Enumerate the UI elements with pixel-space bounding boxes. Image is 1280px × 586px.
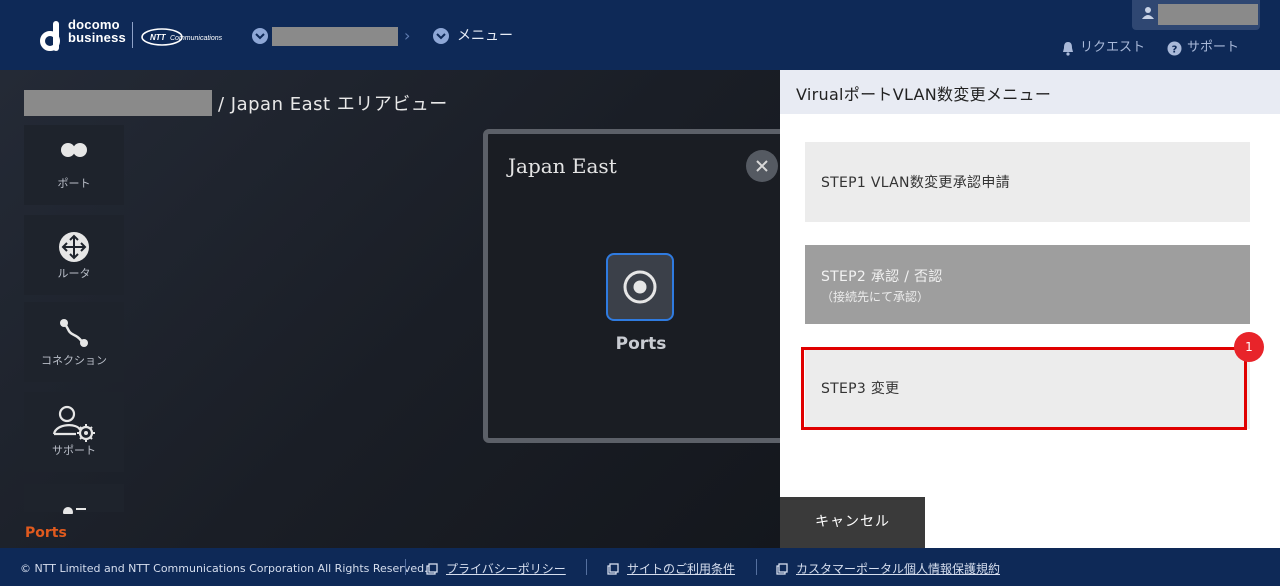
support-icon — [52, 405, 95, 442]
breadcrumb-redacted[interactable] — [272, 27, 398, 46]
user-icon — [1142, 7, 1154, 19]
step3-highlight-frame — [801, 347, 1247, 430]
footer-link-privacy[interactable]: プライバシーポリシー — [426, 560, 566, 577]
vlan-change-panel: VirualポートVLAN数変更メニュー STEP1 VLAN数変更承認申請 S… — [780, 70, 1280, 548]
bell-icon — [1063, 41, 1073, 56]
breadcrumb-dropdown-2-icon[interactable] — [433, 28, 449, 44]
panel-title: VirualポートVLAN数変更メニュー — [796, 85, 1052, 104]
sidebar-item-connection[interactable]: コネクション — [24, 302, 124, 382]
footer-link-label: サイトのご利用条件 — [627, 562, 736, 576]
breadcrumb-separator-icon: › — [404, 26, 411, 45]
user-name-redacted — [1158, 4, 1258, 25]
external-link-icon — [776, 562, 788, 575]
step2-sublabel: （接続先にて承認） — [821, 290, 930, 304]
step2-button: STEP2 承認 / 否認 （接続先にて承認） — [805, 245, 1250, 324]
list-icon — [63, 507, 86, 514]
sidebar-item-support[interactable]: サポート — [24, 392, 124, 472]
router-icon — [59, 232, 89, 262]
sidebar-item-label: サポート — [52, 444, 96, 457]
sidebar-item-label: ポート — [57, 177, 91, 190]
step1-label: STEP1 VLAN数変更承認申請 — [821, 175, 1010, 191]
region-card: Japan East Ports — [483, 129, 813, 443]
ntt-communications-logo: NTT Communications — [141, 28, 223, 46]
cancel-button[interactable]: キャンセル — [780, 497, 925, 548]
svg-text:NTT: NTT — [150, 33, 167, 42]
logo-line-2: business — [68, 30, 126, 45]
close-button[interactable] — [746, 150, 778, 182]
external-link-icon — [607, 562, 619, 575]
sidebar-item-router[interactable]: ルータ — [24, 215, 124, 295]
footer: © NTT Limited and NTT Communications Cor… — [0, 548, 1280, 586]
help-icon: ? — [1167, 41, 1182, 55]
footer-link-customer-privacy[interactable]: カスタマーポータル個人情報保護規約 — [776, 560, 1000, 577]
docomo-d-icon — [40, 21, 60, 51]
footer-divider — [756, 559, 757, 575]
svg-text:?: ? — [1172, 44, 1178, 55]
support-link[interactable]: ? サポート — [1167, 38, 1239, 58]
sidebar-item-port[interactable]: ポート — [24, 125, 124, 205]
user-account-button[interactable] — [1132, 0, 1260, 30]
port-radio-icon — [623, 270, 657, 304]
highlight-badge: 1 — [1234, 332, 1264, 362]
footer-link-label: プライバシーポリシー — [446, 562, 566, 576]
breadcrumb-dropdown-1-icon[interactable] — [252, 28, 268, 44]
page-title: / Japan East エリアビュー — [24, 90, 448, 116]
sidebar-item-more[interactable] — [24, 484, 124, 514]
logo-wordmark: docomo business — [68, 18, 126, 44]
page-title-text: / Japan East エリアビュー — [218, 94, 448, 115]
logo-divider — [132, 22, 133, 48]
top-header: docomo business NTT Communications › メニュ… — [0, 0, 1280, 70]
external-link-icon — [426, 562, 438, 575]
sidebar-item-label: ルータ — [57, 267, 91, 280]
active-section-label: Ports — [25, 525, 67, 541]
request-label: リクエスト — [1080, 40, 1146, 55]
close-icon — [756, 160, 768, 172]
svg-text:Communications: Communications — [170, 35, 223, 42]
footer-link-terms[interactable]: サイトのご利用条件 — [607, 560, 735, 577]
region-title: Japan East — [508, 154, 617, 178]
breadcrumb-menu[interactable]: メニュー — [457, 27, 513, 45]
ports-label: Ports — [615, 334, 667, 354]
footer-divider — [405, 559, 406, 575]
footer-link-label: カスタマーポータル個人情報保護規約 — [796, 562, 1001, 576]
docomo-business-logo[interactable]: docomo business NTT Communications — [40, 18, 236, 52]
panel-header: VirualポートVLAN数変更メニュー — [780, 70, 1280, 114]
sidebar-item-label: コネクション — [41, 354, 107, 367]
port-icon — [61, 143, 87, 157]
main-area: / Japan East エリアビュー ポート ルータ コネクション サポート … — [0, 70, 813, 548]
step1-button[interactable]: STEP1 VLAN数変更承認申請 — [805, 142, 1250, 222]
request-link[interactable]: リクエスト — [1061, 38, 1145, 58]
page-title-redacted — [24, 90, 212, 116]
footer-divider — [586, 559, 587, 575]
support-label: サポート — [1187, 40, 1240, 55]
connection-icon — [60, 319, 88, 347]
step2-label: STEP2 承認 / 否認 — [821, 269, 943, 285]
ports-button[interactable] — [606, 253, 674, 321]
copyright-text: © NTT Limited and NTT Communications Cor… — [20, 562, 428, 575]
